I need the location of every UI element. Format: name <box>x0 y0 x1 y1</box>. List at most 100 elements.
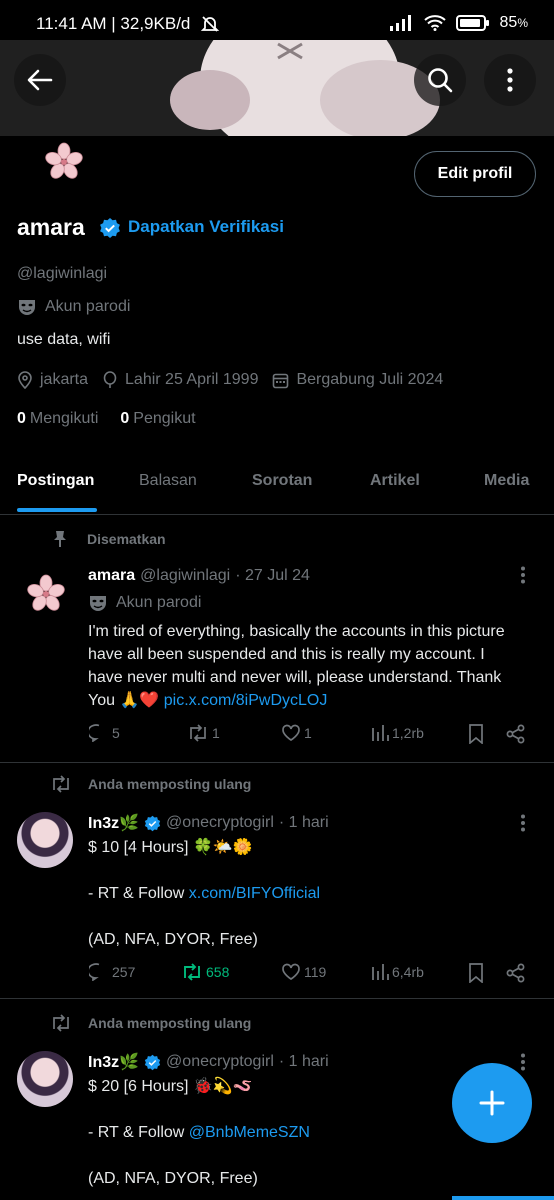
profile-location: jakarta <box>40 371 89 388</box>
like-count: 119 <box>304 964 327 980</box>
reply-icon <box>89 724 109 742</box>
search-button[interactable] <box>414 54 466 106</box>
like-button[interactable]: 119 <box>281 963 326 981</box>
share-button[interactable] <box>506 724 526 744</box>
repost-label: Anda memposting ulang <box>88 776 252 792</box>
parody-mask-icon <box>88 594 108 612</box>
sakura-flower-icon <box>26 574 66 614</box>
tweet-author-name[interactable]: In3z🌿 <box>88 813 139 833</box>
profile-joined-date: Bergabung Juli 2024 <box>296 371 444 388</box>
tweet-parody-label: Akun parodi <box>88 594 201 612</box>
repost-icon <box>187 724 209 742</box>
tab-replies[interactable]: Balasan <box>139 472 197 490</box>
more-vertical-icon <box>520 566 526 584</box>
following-link[interactable]: 0 Mengikuti <box>17 410 98 428</box>
more-options-button[interactable] <box>484 54 536 106</box>
profile-tabs: Postingan Balasan Sorotan Artikel Media <box>0 458 554 515</box>
tweet-header: In3z🌿 @onecryptogirl · 1 hari <box>88 1052 329 1072</box>
pin-icon <box>52 530 68 548</box>
profile-birthdate: Lahir 25 April 1999 <box>125 371 259 388</box>
repost-context: Anda memposting ulang <box>50 775 251 793</box>
verified-badge-icon <box>144 815 161 832</box>
divider <box>0 998 554 999</box>
tweet-avatar[interactable] <box>26 574 66 614</box>
like-button[interactable]: 1 <box>281 724 312 742</box>
compose-post-button[interactable] <box>452 1063 532 1143</box>
tweet-author-handle: @onecryptogirl <box>166 814 274 831</box>
tweet-more-button[interactable] <box>520 566 526 584</box>
tab-posts[interactable]: Postingan <box>17 472 94 490</box>
repost-button[interactable]: 658 <box>181 963 229 981</box>
tweet-line: - RT & Follow <box>88 1124 189 1141</box>
share-button[interactable] <box>506 963 526 983</box>
tweet-link[interactable]: @BnbMemeSZN <box>189 1124 310 1141</box>
verified-badge-icon <box>99 217 121 239</box>
views-count: 6,4rb <box>392 964 424 980</box>
tweet-author-handle: @onecryptogirl <box>166 1053 274 1070</box>
tweet-actions: 5 1 1 1,2rb <box>0 724 554 748</box>
reply-button[interactable]: 257 <box>89 963 135 981</box>
tweet-parody-text: Akun parodi <box>116 594 202 611</box>
battery-unit: % <box>517 16 528 30</box>
tab-highlights[interactable]: Sorotan <box>252 472 312 490</box>
status-icons: 85% <box>389 14 528 32</box>
calendar-icon <box>272 372 289 389</box>
views-icon <box>371 724 389 742</box>
tab-articles[interactable]: Artikel <box>370 472 420 490</box>
more-vertical-icon <box>520 814 526 832</box>
tweet-line: - RT & Follow <box>88 885 189 902</box>
tweet-author-name[interactable]: amara <box>88 567 135 585</box>
repost-label: Anda memposting ulang <box>88 1015 252 1031</box>
views-count: 1,2rb <box>392 725 424 741</box>
status-time: 11:41 AM | 32,9KB/d <box>36 14 191 33</box>
tweet-line: (AD, NFA, DYOR, Free) <box>88 931 258 948</box>
pinned-context: Disematkan <box>52 530 166 548</box>
parody-label: Akun parodi <box>17 298 130 316</box>
tweet-header: In3z🌿 @onecryptogirl · 1 hari <box>88 813 329 833</box>
tweet-date[interactable]: · 1 hari <box>279 1053 329 1071</box>
repost-icon <box>181 963 203 981</box>
heart-icon <box>281 963 301 981</box>
profile-meta: jakarta Lahir 25 April 1999 Bergabung Ju… <box>17 371 457 389</box>
tweet-date[interactable]: · 27 Jul 24 <box>235 567 310 585</box>
back-button[interactable] <box>14 54 66 106</box>
like-count: 1 <box>304 725 312 741</box>
tweet-author-name[interactable]: In3z🌿 <box>88 1052 139 1072</box>
tweet-date[interactable]: · 1 hari <box>279 814 329 832</box>
partial-button-edge <box>452 1196 554 1200</box>
bookmark-icon <box>468 724 484 744</box>
bookmark-button[interactable] <box>468 963 484 983</box>
tweet-more-button[interactable] <box>520 1053 526 1071</box>
signal-icon <box>389 15 414 31</box>
reply-count: 257 <box>112 964 136 980</box>
follow-stats: 0 Mengikuti 0 Pengikut <box>17 410 196 428</box>
reply-icon <box>89 963 109 981</box>
tweet-avatar[interactable] <box>17 812 73 868</box>
tweet-body: $ 10 [4 Hours] 🍀🌤️🌼 - RT & Follow x.com/… <box>88 836 518 951</box>
bookmark-icon <box>468 963 484 983</box>
tab-media[interactable]: Media <box>484 472 529 490</box>
share-icon <box>506 963 526 983</box>
bookmark-button[interactable] <box>468 724 484 744</box>
heart-icon <box>281 724 301 742</box>
share-icon <box>506 724 526 744</box>
edit-profile-button[interactable]: Edit profil <box>414 151 536 197</box>
get-verified-link[interactable]: Dapatkan Verifikasi <box>128 217 284 237</box>
followers-link[interactable]: 0 Pengikut <box>120 410 195 428</box>
arrow-left-icon <box>27 69 53 91</box>
repost-context: Anda memposting ulang <box>50 1014 251 1032</box>
reply-button[interactable]: 5 <box>89 724 120 742</box>
views-button[interactable]: 6,4rb <box>371 963 424 981</box>
views-button[interactable]: 1,2rb <box>371 724 424 742</box>
tweet-more-button[interactable] <box>520 814 526 832</box>
balloon-icon <box>102 371 118 389</box>
repost-button[interactable]: 1 <box>187 724 220 742</box>
tweet-link[interactable]: x.com/BIFYOfficial <box>189 885 320 902</box>
tweet-avatar[interactable] <box>17 1051 73 1107</box>
verified-badge-icon <box>144 1054 161 1071</box>
active-tab-indicator <box>17 508 97 512</box>
profile-avatar[interactable] <box>36 138 92 186</box>
repost-icon <box>50 1014 72 1032</box>
tweet-media-link[interactable]: pic.x.com/8iPwDycLOJ <box>164 692 328 709</box>
views-icon <box>371 963 389 981</box>
